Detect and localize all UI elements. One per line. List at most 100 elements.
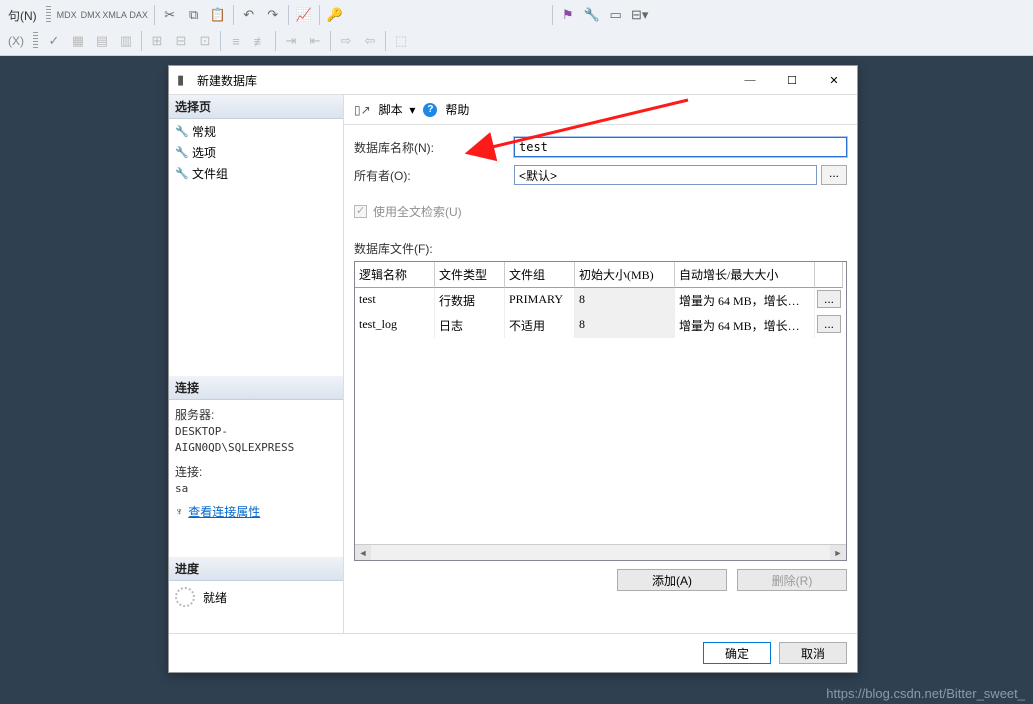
cut-icon[interactable]: ✂ [159,4,181,26]
connection-header: 连接 [169,376,343,400]
cancel-button[interactable]: 取消 [779,642,847,664]
col-filegroup[interactable]: 文件组 [505,262,575,288]
help-icon: ? [423,103,437,117]
progress-header: 进度 [169,557,343,581]
progress-status: 就绪 [203,589,227,606]
row-ellipsis-button[interactable]: ... [817,315,841,333]
menu-item-statement[interactable]: 句(N) [4,7,41,24]
wrench-icon: 🔧 [175,125,187,138]
page-label: 文件组 [192,165,228,182]
flag-icon[interactable]: ⚑ [557,4,579,26]
fulltext-label: 使用全文检索(U) [373,203,462,220]
table-row[interactable]: test_log 日志 不适用 8 增量为 64 MB，增长… ... [355,313,846,338]
dialog-title: 新建数据库 [193,72,729,89]
fulltext-checkbox [354,205,367,218]
dialog-icon: ▮ [177,72,193,88]
group3-icon: ⊡ [194,30,216,52]
cell-group: PRIMARY [505,288,575,313]
text-icon: ▥ [115,30,137,52]
minimize-button[interactable]: — [729,67,771,93]
ok-button[interactable]: 确定 [703,642,771,664]
owner-browse-button[interactable]: ... [821,165,847,185]
row-ellipsis-button[interactable]: ... [817,290,841,308]
chart-icon[interactable]: 📈 [293,4,315,26]
separator [552,5,553,25]
horizontal-scrollbar[interactable]: ◄ ► [355,544,846,560]
separator [275,31,276,51]
plug-icon: ♆ [175,504,183,521]
page-label: 选项 [192,144,216,161]
help-link[interactable]: 帮助 [445,101,469,118]
dropdown-icon[interactable]: ⊟▾ [629,4,651,26]
col-initial-size[interactable]: 初始大小(MB) [575,262,675,288]
script-dropdown[interactable]: 脚本 ▾ [379,101,416,118]
separator [330,31,331,51]
table-row[interactable]: test 行数据 PRIMARY 8 增量为 64 MB，增长… ... [355,288,846,313]
key-icon[interactable]: 🔑 [324,4,346,26]
comment-icon: ≡ [225,30,247,52]
add-button[interactable]: 添加(A) [617,569,727,591]
owner-input[interactable] [514,165,817,185]
script-label: 脚本 [379,103,403,117]
page-item-general[interactable]: 🔧 常规 [169,121,343,142]
chevron-down-icon: ▾ [409,103,415,117]
col-autogrowth[interactable]: 自动增长/最大大小 [675,262,815,288]
cell-name[interactable]: test [355,288,435,313]
cell-type: 行数据 [435,288,505,313]
wrench-icon: 🔧 [175,167,187,180]
cell-group: 不适用 [505,313,575,338]
page-item-filegroups[interactable]: 🔧 文件组 [169,163,343,184]
scroll-left-icon[interactable]: ◄ [355,545,371,560]
progress-spinner-icon [175,587,195,607]
col-action [815,262,843,288]
db-files-label: 数据库文件(F): [344,240,857,261]
col-logical-name[interactable]: 逻辑名称 [355,262,435,288]
xmla-icon[interactable]: XMLA [104,4,126,26]
mdx-icon[interactable]: MDX [56,4,78,26]
connection-info: 服务器: DESKTOP-AIGN0QD\SQLEXPRESS 连接: sa ♆… [169,400,343,528]
menu-item-x[interactable]: (X) [4,34,28,48]
outdent-icon: ⇤ [304,30,326,52]
misc-icon: ⬚ [390,30,412,52]
cell-growth: 增量为 64 MB，增长… [675,288,815,313]
conn-value: sa [175,481,337,498]
separator [319,5,320,25]
right-pane: ▯↗ 脚本 ▾ ? 帮助 数据库名称(N): 所有者(O): ... [344,95,857,633]
separator [385,31,386,51]
grid-icon: ▤ [91,30,113,52]
cell-growth: 增量为 64 MB，增长… [675,313,815,338]
script-help-bar: ▯↗ 脚本 ▾ ? 帮助 [344,95,857,125]
separator [154,5,155,25]
separator [288,5,289,25]
cell-size[interactable]: 8 [575,313,675,338]
redo-icon[interactable]: ↷ [262,4,284,26]
scroll-right-icon[interactable]: ► [830,545,846,560]
page-label: 常规 [192,123,216,140]
undo-icon[interactable]: ↶ [238,4,260,26]
view-connection-properties-link[interactable]: 查看连接属性 [188,503,260,521]
paste-icon[interactable]: 📋 [207,4,229,26]
app-toolbar: 句(N) MDX DMX XMLA DAX ✂ ⧉ 📋 ↶ ↷ 📈 🔑 ⚑ 🔧 … [0,0,1033,56]
conn-label: 连接: [175,463,337,481]
copy-icon[interactable]: ⧉ [183,4,205,26]
col-file-type[interactable]: 文件类型 [435,262,505,288]
dialog-footer: 确定 取消 [169,633,857,672]
cell-name[interactable]: test_log [355,313,435,338]
dmx-icon[interactable]: DMX [80,4,102,26]
close-button[interactable]: ✕ [813,67,855,93]
wrench-icon[interactable]: 🔧 [581,4,603,26]
dax-icon[interactable]: DAX [128,4,150,26]
db-files-grid[interactable]: 逻辑名称 文件类型 文件组 初始大小(MB) 自动增长/最大大小 test 行数… [354,261,847,561]
remove-button: 删除(R) [737,569,847,591]
db-name-input[interactable] [514,137,847,157]
cell-size[interactable]: 8 [575,288,675,313]
maximize-button[interactable]: ☐ [771,67,813,93]
separator [233,5,234,25]
toolbar-grip [46,6,51,24]
check-icon[interactable]: ✓ [43,30,65,52]
page-item-options[interactable]: 🔧 选项 [169,142,343,163]
dialog-titlebar[interactable]: ▮ 新建数据库 — ☐ ✕ [169,66,857,94]
separator [141,31,142,51]
window-icon[interactable]: ▭ [605,4,627,26]
select-page-header: 选择页 [169,95,343,119]
